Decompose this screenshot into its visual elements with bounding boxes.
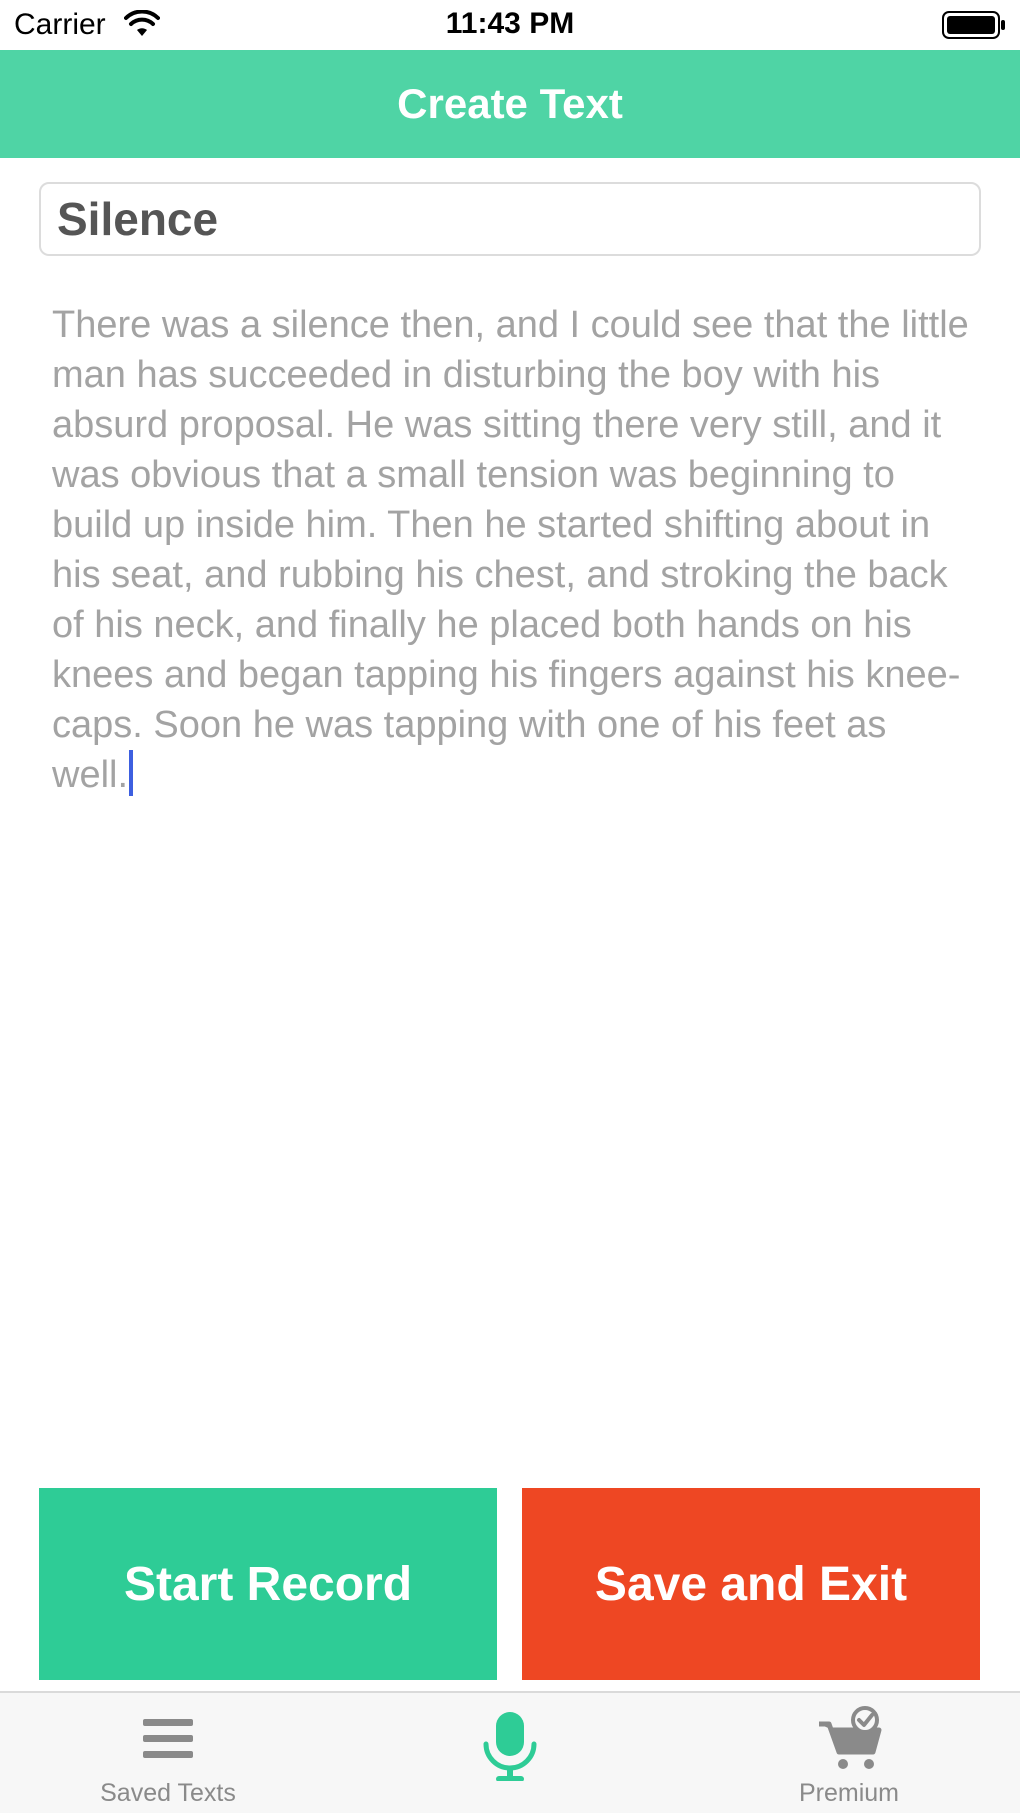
start-record-button[interactable]: Start Record [39, 1488, 497, 1680]
text-cursor [129, 750, 134, 796]
status-time: 11:43 PM [445, 7, 575, 40]
tab-saved-texts[interactable]: Saved Texts [38, 1693, 298, 1813]
create-text-screen: Carrier 11:43 PM Create Text There was a… [0, 0, 1020, 1813]
text-title-input[interactable] [39, 182, 981, 256]
tab-label-saved-texts: Saved Texts [100, 1779, 236, 1807]
tab-bar: Saved Texts Premium [0, 1691, 1020, 1813]
body-text-content: There was a silence then, and I could se… [52, 304, 980, 796]
status-bar: Carrier 11:43 PM [0, 0, 1020, 50]
tab-record[interactable] [380, 1693, 640, 1813]
page-title: Create Text [397, 80, 623, 127]
text-body-editor[interactable]: There was a silence then, and I could se… [52, 300, 972, 1450]
tab-premium[interactable]: Premium [719, 1693, 979, 1813]
cart-icon [819, 1706, 882, 1769]
microphone-icon [483, 1712, 537, 1781]
save-and-exit-button[interactable]: Save and Exit [522, 1488, 980, 1680]
nav-bar: Create Text [0, 50, 1020, 158]
battery-full-icon [942, 11, 1005, 39]
tab-label-premium: Premium [798, 1779, 899, 1807]
list-icon [143, 1719, 193, 1758]
